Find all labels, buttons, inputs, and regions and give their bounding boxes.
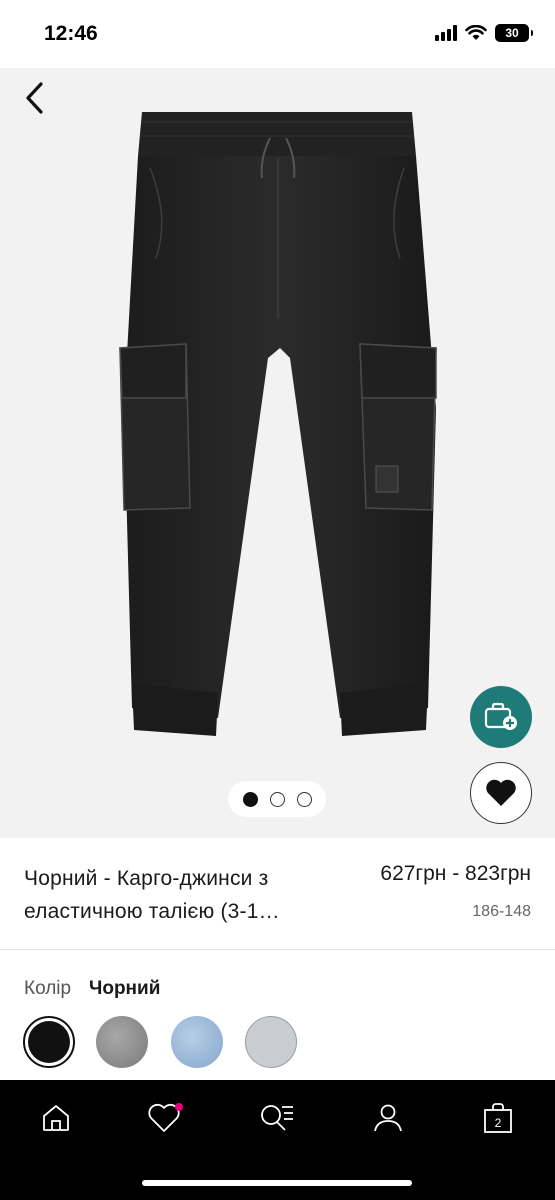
swatch-fill (28, 1021, 70, 1063)
color-swatch-grey-melange[interactable] (96, 1016, 148, 1068)
status-time: 12:46 (44, 22, 98, 45)
image-pagination[interactable] (228, 781, 326, 817)
product-price: 627грн - 823грн (380, 862, 531, 885)
tab-home[interactable] (31, 1098, 81, 1138)
heart-outline-icon (148, 1103, 183, 1132)
battery-level: 30 (505, 26, 519, 40)
bottom-tab-bar: 2 (0, 1080, 555, 1200)
size-range: 186-148 (472, 903, 531, 920)
product-gallery[interactable] (0, 68, 555, 838)
bag-count: 2 (495, 1116, 502, 1130)
chevron-left-icon (26, 82, 43, 114)
color-swatch-light-blue-denim[interactable] (171, 1016, 223, 1068)
wishlist-badge (175, 1103, 183, 1111)
search-menu-icon (261, 1105, 293, 1131)
color-label: Колір (24, 978, 72, 999)
wifi-icon (465, 25, 487, 40)
selected-color: Чорний (89, 978, 161, 999)
product-info: Чорний - Карго-джинси з еластичною таліє… (0, 838, 555, 950)
battery-icon: 30 (495, 24, 533, 42)
color-swatch-black[interactable] (23, 1016, 75, 1068)
home-indicator (142, 1180, 412, 1186)
color-swatch-light-grey[interactable] (245, 1016, 297, 1068)
tab-account[interactable] (363, 1098, 413, 1138)
cellular-signal-icon (435, 25, 457, 41)
pagination-dot[interactable] (296, 791, 312, 807)
product-title: Чорний - Карго-джинси з еластичною таліє… (24, 867, 280, 923)
add-to-bag-button[interactable] (470, 686, 532, 748)
user-icon (374, 1104, 402, 1132)
pagination-dot-active[interactable] (242, 791, 258, 807)
swatch-fill (96, 1016, 148, 1068)
add-to-bag-icon (484, 702, 517, 730)
home-icon (43, 1105, 69, 1131)
tab-wishlist[interactable] (140, 1098, 190, 1138)
pagination-dot[interactable] (269, 791, 285, 807)
status-bar: 12:46 30 (0, 0, 555, 68)
shopping-bag-icon: 2 (484, 1103, 512, 1133)
tab-bag[interactable]: 2 (473, 1098, 523, 1138)
swatch-fill (171, 1016, 223, 1068)
swatch-fill (245, 1016, 297, 1068)
status-icons: 30 (435, 24, 533, 42)
product-image (119, 112, 437, 736)
back-button[interactable] (16, 80, 52, 116)
tab-search[interactable] (252, 1098, 302, 1138)
wishlist-button[interactable] (470, 762, 532, 824)
heart-icon (486, 779, 516, 806)
color-selector: Колір Чорний (0, 950, 555, 1080)
